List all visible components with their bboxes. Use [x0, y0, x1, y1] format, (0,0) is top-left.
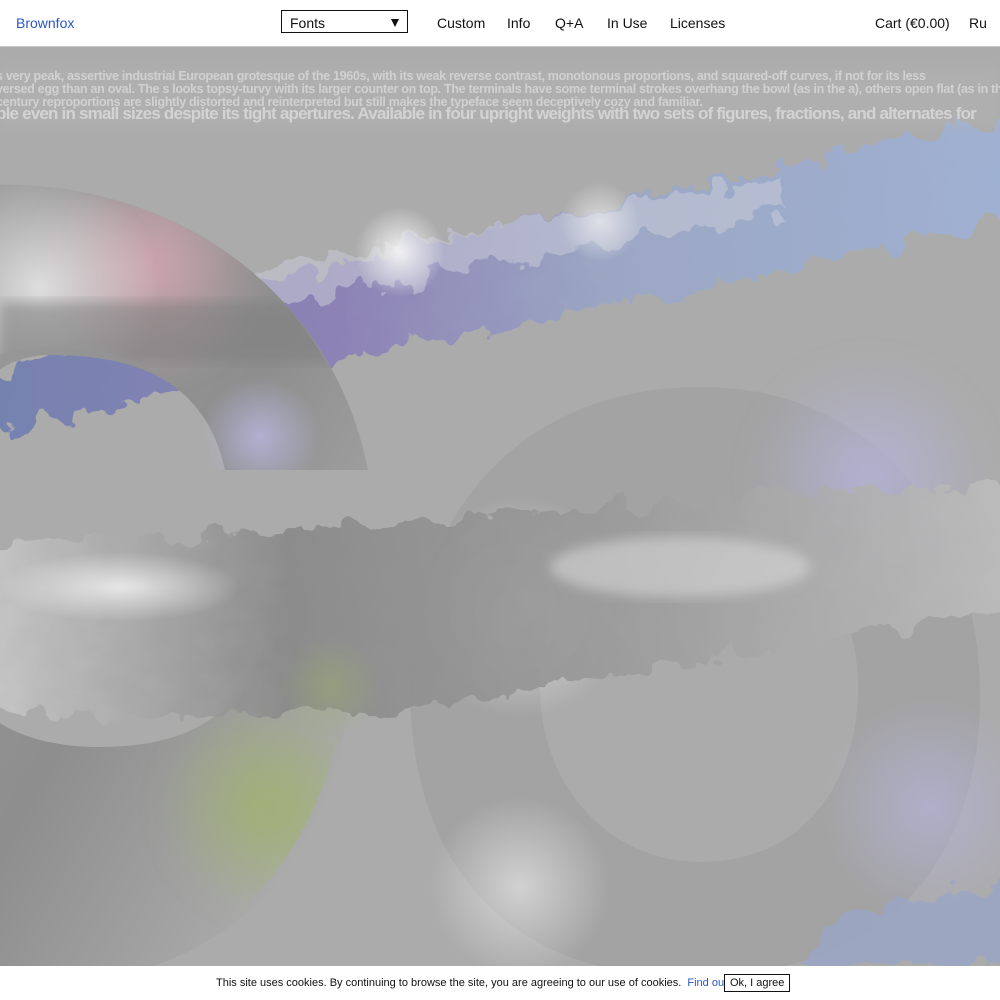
cookie-message-text: This site uses cookies. By continuing to…	[216, 977, 682, 989]
caret-down-icon	[391, 19, 399, 27]
nav-info[interactable]: Info	[507, 15, 530, 31]
cart-link[interactable]: Cart (€0.00)	[875, 15, 950, 31]
specimen-text-line-large: ble even in small sizes despite its tigh…	[0, 104, 977, 123]
brand-logo-link[interactable]: Brownfox	[16, 15, 74, 31]
language-switch[interactable]: Ru	[969, 15, 987, 31]
cookie-agree-button[interactable]: Ok, I agree	[724, 974, 791, 992]
fonts-dropdown-label: Fonts	[290, 15, 326, 31]
hero-artwork: s very peak, assertive industrial Europe…	[0, 47, 1000, 966]
nav-custom[interactable]: Custom	[437, 15, 485, 31]
specimen-text-line: s very peak, assertive industrial Europe…	[0, 69, 926, 83]
nav-qa[interactable]: Q+A	[555, 15, 583, 31]
fonts-dropdown[interactable]: Fonts	[281, 10, 408, 33]
nav-in-use[interactable]: In Use	[607, 15, 647, 31]
nav-licenses[interactable]: Licenses	[670, 15, 725, 31]
cookie-message: This site uses cookies. By continuing to…	[216, 977, 758, 989]
cookie-banner: This site uses cookies. By continuing to…	[0, 966, 1000, 1000]
site-header: Brownfox Fonts Custom Info Q+A In Use Li…	[0, 0, 1000, 47]
hero-illustration	[0, 47, 1000, 966]
specimen-text-line: versed egg than an oval. The s looks top…	[0, 82, 1000, 96]
